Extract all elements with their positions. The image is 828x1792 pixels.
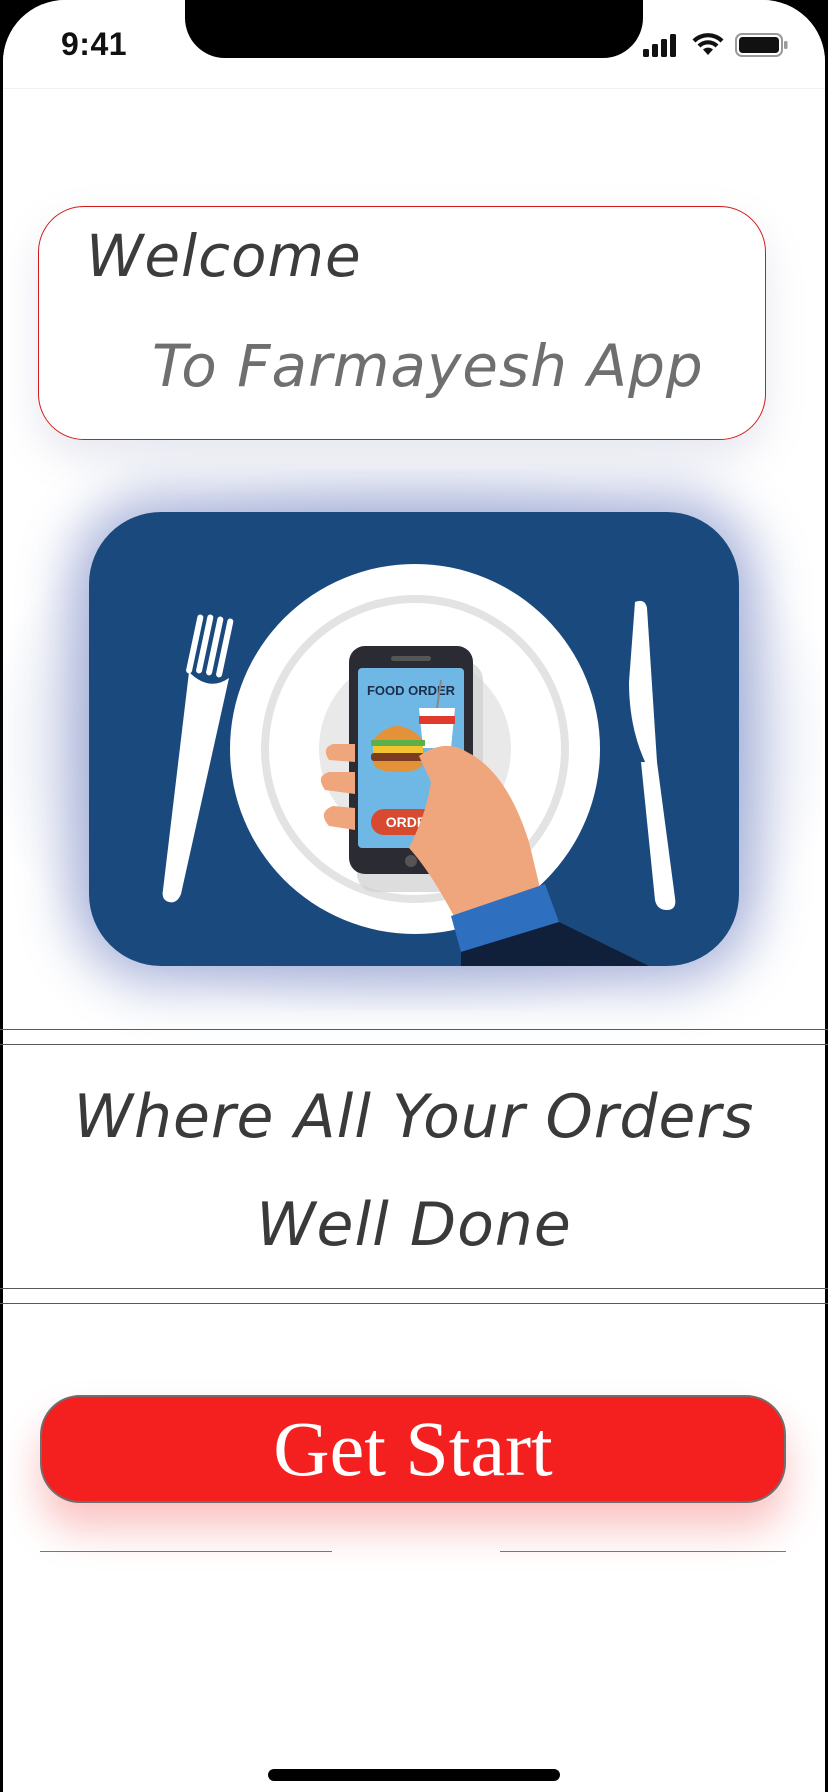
device-notch bbox=[185, 0, 643, 58]
food-order-illustration: FOOD ORDER ORDER bbox=[162, 564, 676, 966]
knife-icon bbox=[629, 600, 676, 910]
home-indicator[interactable] bbox=[268, 1769, 560, 1781]
footer-line-right bbox=[500, 1551, 786, 1552]
phone-screen-heading: FOOD ORDER bbox=[367, 683, 456, 698]
status-time: 9:41 bbox=[61, 26, 128, 62]
tagline-line-2: Well Done bbox=[256, 1190, 572, 1260]
welcome-subtitle: To Farmayesh App bbox=[152, 332, 704, 400]
tagline-line-1: Where All Your Orders bbox=[73, 1082, 755, 1152]
divider-top-2 bbox=[0, 1044, 828, 1045]
welcome-title: Welcome bbox=[86, 222, 362, 290]
fork-icon bbox=[162, 614, 234, 903]
divider-bottom-1 bbox=[0, 1288, 828, 1289]
get-start-button[interactable]: Get Start bbox=[40, 1395, 786, 1503]
divider-bottom-2 bbox=[0, 1303, 828, 1304]
footer-line-left bbox=[40, 1551, 332, 1552]
wifi-icon bbox=[692, 33, 724, 55]
divider-top-1 bbox=[0, 1029, 828, 1030]
hero-illustration: FOOD ORDER ORDER bbox=[89, 512, 739, 966]
cellular-signal-icon bbox=[643, 34, 676, 57]
battery-icon bbox=[735, 33, 788, 57]
status-bar: 9:41 bbox=[3, 0, 825, 89]
status-icons bbox=[641, 32, 789, 58]
